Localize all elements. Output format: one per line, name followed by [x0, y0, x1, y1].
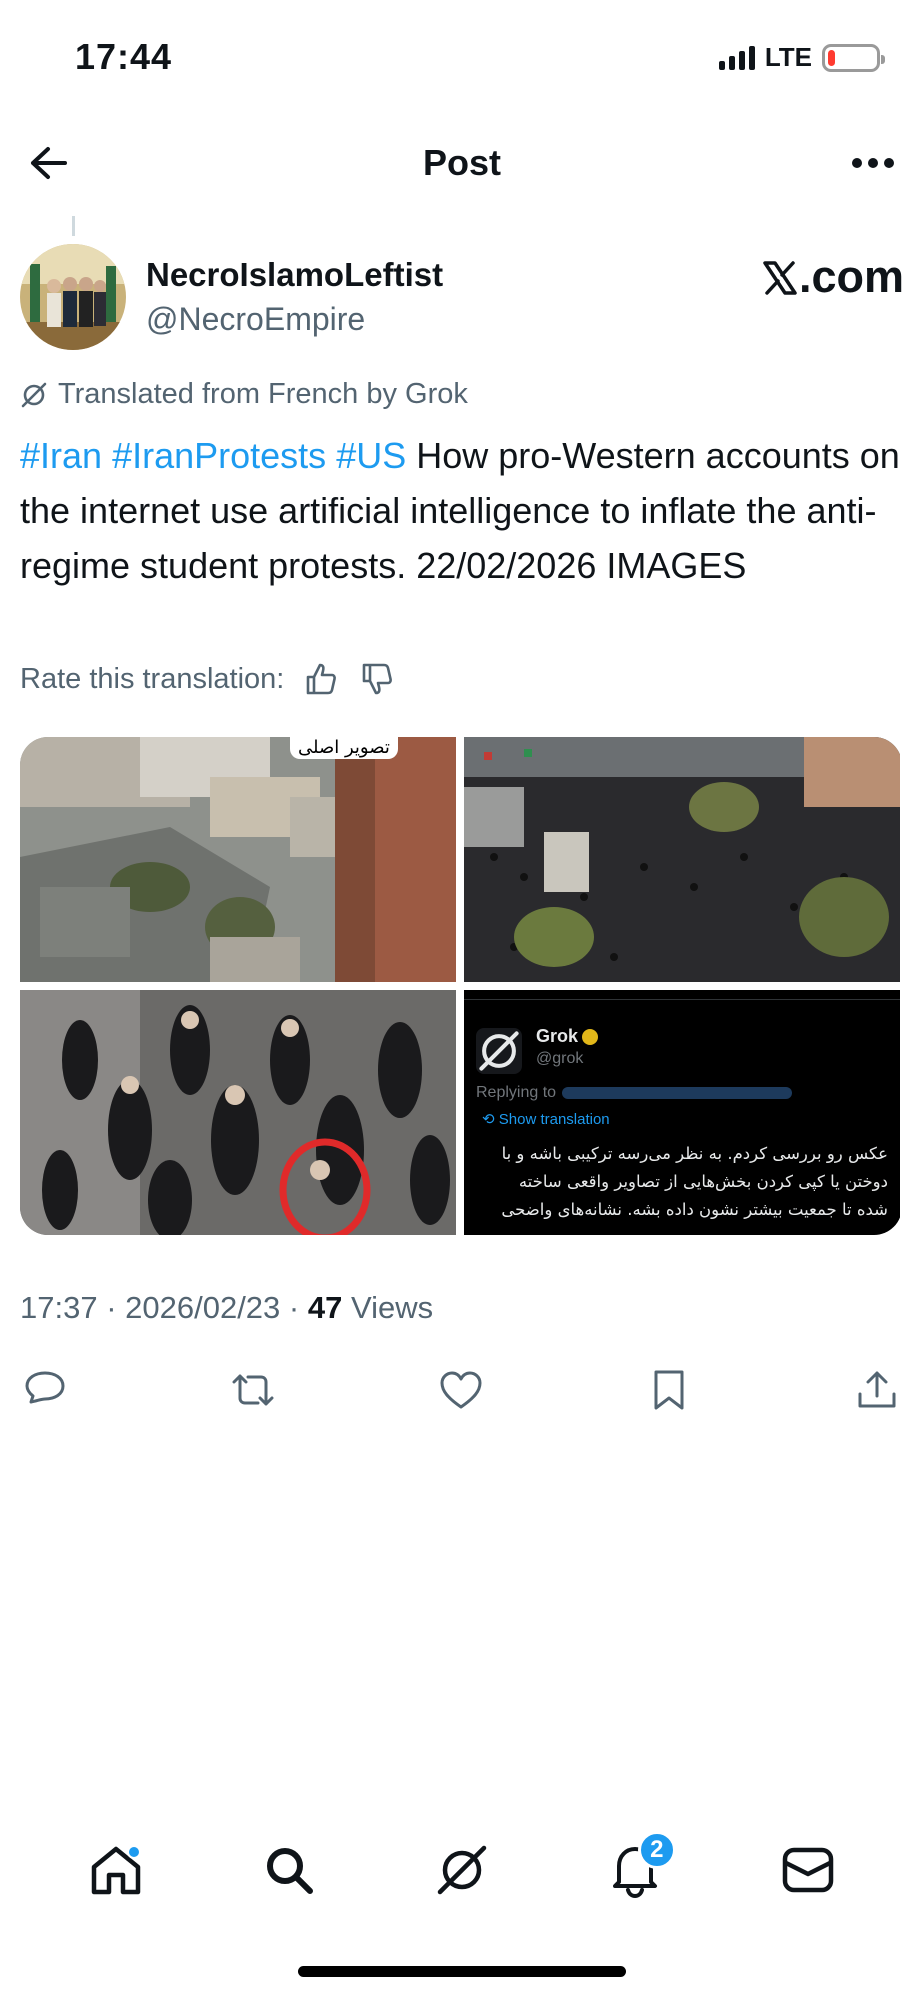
grok-replying-to: Replying to [476, 1084, 793, 1102]
nav-search[interactable] [254, 1835, 324, 1905]
grok-handle: @grok [536, 1050, 584, 1067]
share-icon [858, 1371, 896, 1408]
bottom-nav: 2 [0, 1820, 924, 1920]
nav-messages[interactable] [773, 1835, 843, 1905]
page-title: Post [422, 142, 501, 183]
repost-icon [232, 1374, 274, 1406]
signal-icon [718, 45, 755, 70]
grok-icon [437, 1845, 487, 1895]
reply-icon [25, 1371, 65, 1404]
media-grid: تصویر اصلی Grok @grok Replying to ⟲ Show… [20, 737, 902, 1235]
post-actions [20, 1360, 902, 1420]
thumbs-down-button[interactable] [358, 660, 396, 698]
status-bar: 17:44 LTE [0, 0, 924, 120]
author-row: NecroIslamoLeftist @NecroEmpire .com [20, 244, 904, 354]
thumbs-up-button[interactable] [302, 660, 340, 698]
post-meta: 17:37 · 2026/02/23 · 47 Views [20, 1290, 434, 1325]
mail-icon [782, 1847, 833, 1893]
views-label: Views [350, 1290, 434, 1325]
notification-badge: 2 [637, 1831, 676, 1869]
post-time: 17:37 [20, 1290, 98, 1325]
views-count: 47 [307, 1290, 343, 1325]
source-link[interactable]: .com [763, 251, 904, 303]
media-image-3[interactable] [20, 990, 456, 1235]
hashtag-us[interactable]: #US [336, 435, 406, 476]
verified-icon [582, 1029, 599, 1046]
network-label: LTE [764, 42, 812, 72]
nav-grok[interactable] [427, 1835, 497, 1905]
nav-notifications[interactable]: 2 [600, 1831, 676, 1905]
author-handle: @NecroEmpire [146, 301, 366, 337]
like-button[interactable] [436, 1365, 486, 1415]
media-image-4[interactable]: Grok @grok Replying to ⟲ Show translatio… [464, 990, 900, 1235]
grok-avatar [476, 1028, 522, 1074]
post-text: #Iran #IranProtests #US How pro-Western … [20, 428, 900, 593]
status-time: 17:44 [75, 36, 173, 77]
battery-fill [828, 49, 835, 66]
reply-button[interactable] [20, 1365, 70, 1415]
image-caption: تصویر اصلی [290, 737, 398, 759]
thread-line [72, 216, 75, 236]
repost-button[interactable] [228, 1365, 278, 1415]
more-horizontal-icon [852, 158, 894, 168]
grok-show-translation: ⟲ Show translation [482, 1111, 610, 1128]
grok-icon [21, 382, 47, 407]
thumbs-up-icon [307, 663, 337, 695]
grok-reply-text: عکس رو بررسی کردم. به نظر می‌رسه ترکیبی … [501, 1144, 888, 1219]
grok-name: Grok [536, 1026, 599, 1047]
author-name[interactable]: NecroIslamoLeftist [146, 256, 443, 294]
heart-icon [440, 1371, 482, 1409]
status-indicators: LTE [718, 42, 885, 73]
rate-translation: Rate this translation: [20, 660, 396, 698]
source-domain: .com [798, 251, 904, 302]
more-options-button[interactable] [842, 138, 904, 188]
hashtag-iran[interactable]: #Iran [20, 435, 102, 476]
post-header: Post [0, 120, 924, 205]
media-image-2[interactable] [464, 737, 900, 982]
grok-icon [479, 1031, 519, 1071]
x-logo-icon [763, 261, 797, 295]
avatar[interactable] [20, 244, 126, 350]
post-date: 2026/02/23 [125, 1290, 281, 1325]
rate-label: Rate this translation: [20, 662, 285, 695]
translation-label: Translated from French by Grok [58, 378, 468, 410]
hashtag-iranprotests[interactable]: #IranProtests [112, 435, 326, 476]
search-icon [267, 1848, 314, 1894]
bookmark-button[interactable] [644, 1365, 694, 1415]
battery-icon [822, 43, 885, 72]
home-indicator [298, 1966, 626, 1977]
thumbs-down-icon [363, 663, 393, 695]
translation-notice: Translated from French by Grok [20, 378, 468, 411]
bookmark-icon [654, 1370, 684, 1410]
nav-home[interactable] [81, 1835, 151, 1905]
media-image-1[interactable]: تصویر اصلی [20, 737, 456, 982]
share-button[interactable] [852, 1365, 902, 1415]
